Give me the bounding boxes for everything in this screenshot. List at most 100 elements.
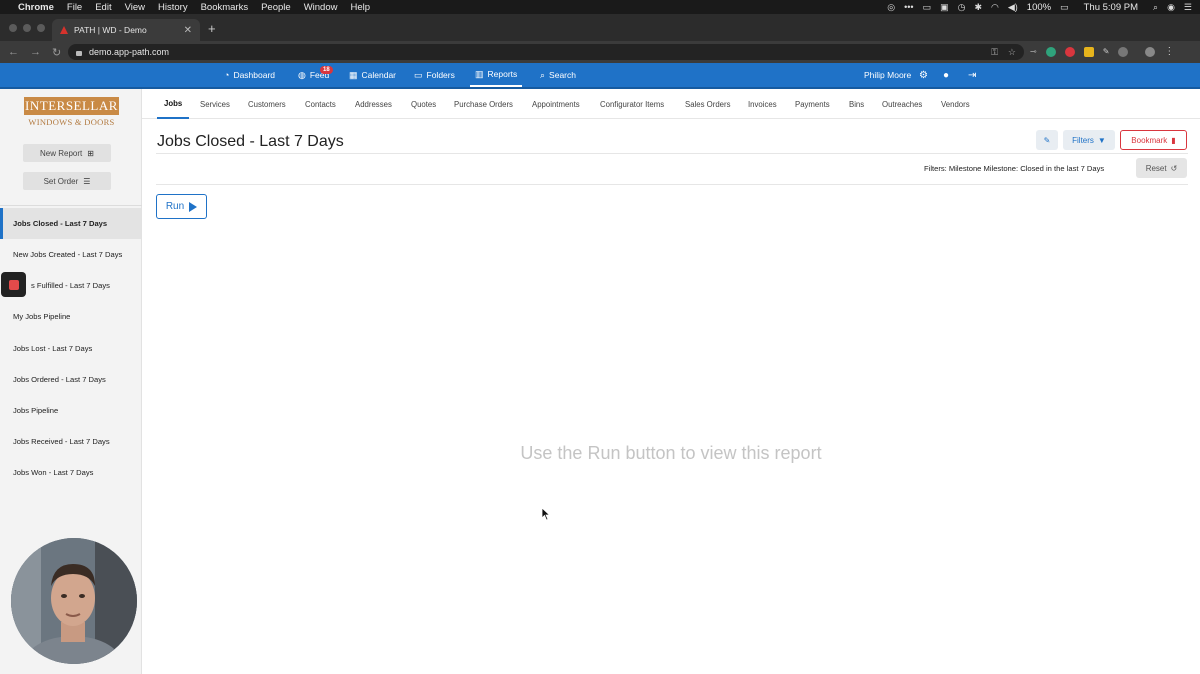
tab-payments[interactable]: Payments	[795, 89, 830, 119]
tab-vendors[interactable]: Vendors	[941, 89, 970, 119]
new-report-button[interactable]: New Report ⊞	[23, 144, 111, 162]
tab-services[interactable]: Services	[200, 89, 230, 119]
report-item-jobs-lost[interactable]: Jobs Lost - Last 7 Days	[0, 333, 141, 364]
menu-bookmarks[interactable]: Bookmarks	[201, 2, 249, 13]
report-item-new-jobs-created[interactable]: New Jobs Created - Last 7 Days	[0, 239, 141, 270]
address-bar[interactable]: demo.app-path.com ⚿ ☆	[68, 44, 1024, 60]
report-item-jobs-closed[interactable]: Jobs Closed - Last 7 Days	[0, 208, 141, 239]
report-item-jobs-won[interactable]: Jobs Won - Last 7 Days	[0, 457, 141, 488]
display-icon[interactable]: ▭	[923, 2, 932, 13]
browser-tab-strip: PATH | WD - Demo ✕ +	[0, 14, 1200, 41]
time-machine-icon[interactable]: ◷	[958, 2, 966, 13]
tab-bins[interactable]: Bins	[849, 89, 864, 119]
menu-file[interactable]: File	[67, 2, 82, 13]
run-button[interactable]: Run	[156, 194, 207, 219]
plus-square-icon: ⊞	[87, 148, 94, 158]
nav-dashboard[interactable]: ◔ Dashboard	[224, 63, 275, 87]
user-icon[interactable]: ◉	[1167, 2, 1175, 13]
reload-icon[interactable]: ↻	[52, 46, 61, 59]
filters-divider	[156, 184, 1188, 185]
funnel-icon: ▼	[1097, 135, 1106, 145]
status-area: ◎ ••• ▭ ▣ ◷ ✱ ◠ ◀) 100% ▭ Thu 5:09 PM ⌕ …	[887, 2, 1192, 13]
tab-contacts[interactable]: Contacts	[305, 89, 336, 119]
extension-link-icon[interactable]: ⊸	[1030, 47, 1037, 56]
menu-window[interactable]: Window	[304, 2, 338, 13]
menu-app-name[interactable]: Chrome	[18, 2, 54, 13]
webcam-overlay	[11, 538, 137, 664]
title-divider	[156, 153, 1188, 154]
tab-configurator-items[interactable]: Configurator Items	[600, 89, 664, 119]
menu-view[interactable]: View	[125, 2, 145, 13]
browser-tab[interactable]: PATH | WD - Demo ✕	[52, 19, 200, 41]
menubar-clock[interactable]: Thu 5:09 PM	[1084, 2, 1138, 13]
profile-avatar-icon[interactable]	[1145, 46, 1156, 57]
more-dots-icon[interactable]: •••	[904, 2, 913, 12]
macos-menu-bar: Chrome File Edit View History Bookmarks …	[0, 0, 1200, 14]
tab-quotes[interactable]: Quotes	[411, 89, 436, 119]
spotlight-icon[interactable]: ⌕	[1153, 2, 1158, 13]
bluetooth-icon[interactable]: ✱	[974, 2, 982, 13]
star-icon[interactable]: ☆	[1008, 47, 1016, 58]
tab-outreaches[interactable]: Outreaches	[882, 89, 922, 119]
extension-grey-icon[interactable]	[1118, 46, 1129, 57]
set-order-button[interactable]: Set Order ☰	[23, 172, 111, 190]
nav-calendar[interactable]: ▦ Calendar	[349, 63, 396, 87]
reset-button[interactable]: Reset ↺	[1136, 158, 1187, 178]
report-item-jobs-pipeline[interactable]: Jobs Pipeline	[0, 395, 141, 426]
tab-purchase-orders[interactable]: Purchase Orders	[454, 89, 513, 119]
sync-icon[interactable]: ◎	[887, 2, 895, 13]
battery-icon[interactable]: ▭	[1060, 2, 1069, 13]
key-icon[interactable]: ⚿	[991, 47, 998, 58]
notification-center-icon[interactable]: ☰	[1184, 2, 1192, 13]
report-item-jobs-received[interactable]: Jobs Received - Last 7 Days	[0, 426, 141, 457]
extension-yellow-icon[interactable]	[1083, 46, 1094, 57]
presenter-video-image	[11, 538, 137, 664]
extension-pen-icon[interactable]: ✎	[1103, 47, 1110, 56]
menu-people[interactable]: People	[261, 2, 291, 13]
settings-gear-icon[interactable]: ⚙	[919, 63, 928, 87]
logo-top-text: INTERSELLAR	[24, 97, 119, 115]
volume-icon[interactable]: ◀)	[1008, 2, 1018, 13]
edit-report-button[interactable]: ✎	[1036, 130, 1058, 150]
menu-history[interactable]: History	[158, 2, 188, 13]
tab-customers[interactable]: Customers	[248, 89, 286, 119]
wifi-icon[interactable]: ◠	[991, 2, 999, 13]
user-menu[interactable]: Philip Moore	[864, 63, 911, 87]
back-arrow-icon[interactable]: ←	[8, 46, 19, 58]
window-minimize-button[interactable]	[23, 24, 31, 32]
tab-invoices[interactable]: Invoices	[748, 89, 777, 119]
report-item-my-jobs-pipeline[interactable]: My Jobs Pipeline	[0, 301, 141, 332]
sidebar-divider	[0, 205, 142, 206]
nav-search[interactable]: ⌕ Search	[540, 63, 576, 87]
tab-appointments[interactable]: Appointments	[532, 89, 580, 119]
tab-jobs[interactable]: Jobs	[157, 89, 190, 119]
report-item-jobs-ordered[interactable]: Jobs Ordered - Last 7 Days	[0, 364, 141, 395]
reports-sidebar: INTERSELLAR WINDOWS & DOORS New Report ⊞…	[0, 89, 142, 674]
screen-recorder-button[interactable]	[1, 272, 26, 297]
window-close-button[interactable]	[9, 24, 17, 32]
tab-close-icon[interactable]: ✕	[184, 25, 192, 36]
chat-bubble-icon[interactable]: ●	[943, 63, 949, 87]
menu-edit[interactable]: Edit	[95, 2, 111, 13]
logout-icon[interactable]: ⇥	[968, 63, 976, 87]
bar-chart-icon: ▥	[475, 68, 484, 79]
filters-button[interactable]: Filters ▼	[1063, 130, 1115, 150]
run-label: Run	[165, 201, 185, 212]
extension-green-icon[interactable]	[1045, 46, 1056, 57]
tab-addresses[interactable]: Addresses	[355, 89, 392, 119]
bookmark-button[interactable]: Bookmark ▮	[1120, 130, 1187, 150]
new-tab-plus-icon[interactable]: +	[208, 21, 216, 36]
set-order-label: Set Order	[43, 176, 79, 186]
nav-reports[interactable]: ▥ Reports	[470, 63, 523, 87]
menu-help[interactable]: Help	[350, 2, 370, 13]
nav-folders[interactable]: ▭ Folders	[414, 63, 455, 87]
forward-arrow-icon[interactable]: →	[30, 46, 41, 58]
lock-icon[interactable]	[76, 50, 82, 56]
logo-bottom-text: WINDOWS & DOORS	[28, 117, 115, 127]
tab-sales-orders[interactable]: Sales Orders	[685, 89, 731, 119]
window-zoom-button[interactable]	[37, 24, 45, 32]
chrome-menu-icon[interactable]: ⋮	[1164, 46, 1174, 57]
bookmark-label: Bookmark	[1131, 135, 1168, 145]
airplay-icon[interactable]: ▣	[940, 2, 949, 13]
extension-red-icon[interactable]	[1064, 46, 1075, 57]
